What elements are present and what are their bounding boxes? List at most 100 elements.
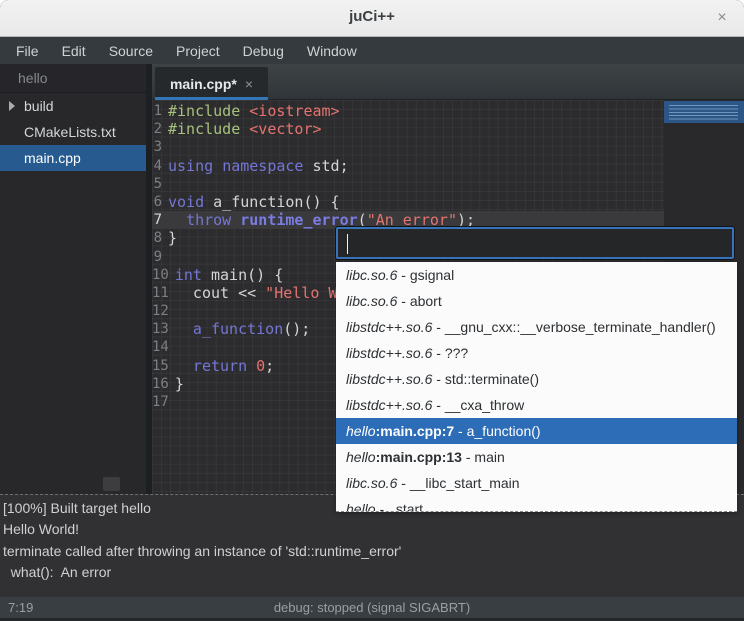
code-token: (); [283, 320, 310, 338]
expander-icon[interactable] [9, 101, 15, 111]
code-token: "Hello W [265, 284, 337, 302]
code-line[interactable]: 1#include <iostream> [152, 102, 664, 120]
frame-library: libc.so.6 [346, 475, 397, 491]
tabbar: main.cpp* × [152, 64, 744, 100]
sidebar-item-cmakelists-txt[interactable]: CMakeLists.txt [0, 119, 146, 145]
line-number: 15 [152, 357, 175, 375]
frame-library: libstdc++.so.6 [346, 345, 432, 361]
code-line-text: using namespace std; [168, 157, 349, 175]
menubar: File Edit Source Project Debug Window [0, 37, 744, 64]
frame-function: gsignal [410, 267, 454, 283]
code-token: #include [168, 102, 240, 120]
output-line: Hello World! [3, 519, 744, 540]
sidebar-item-label: build [24, 98, 54, 114]
backtrace-item[interactable]: libstdc++.so.6 - ??? [336, 340, 737, 366]
window-close-icon[interactable]: × [711, 7, 733, 29]
window-title: juCi++ [0, 8, 744, 25]
file-tree-sidebar[interactable]: hello buildCMakeLists.txtmain.cpp [0, 64, 146, 494]
code-line-text: } [168, 229, 177, 247]
frame-function: a_function() [467, 423, 541, 439]
code-line-text: cout << "Hello W [175, 284, 338, 302]
statusbar: 7:19 debug: stopped (signal SIGABRT) [0, 597, 744, 621]
menu-item-source[interactable]: Source [101, 39, 161, 63]
frame-library: hello [346, 423, 376, 439]
code-token: void [168, 193, 204, 211]
line-number: 3 [152, 138, 168, 156]
code-token [175, 357, 193, 375]
code-token: a_function() { [204, 193, 339, 211]
minimap-slider[interactable] [664, 101, 744, 123]
backtrace-item[interactable]: libstdc++.so.6 - __cxa_throw [336, 392, 737, 418]
code-line-text: void a_function() { [168, 193, 340, 211]
code-token: std; [303, 157, 348, 175]
code-token: throw [186, 211, 231, 229]
menu-item-file[interactable]: File [8, 39, 47, 63]
backtrace-item[interactable]: libc.so.6 - gsignal [336, 262, 737, 288]
code-line[interactable]: 4using namespace std; [152, 157, 664, 175]
frame-separator: - [397, 475, 409, 491]
frame-separator: - [432, 345, 444, 361]
code-line[interactable]: 2#include <vector> [152, 120, 664, 138]
frame-function: std::terminate() [445, 371, 539, 387]
backtrace-item[interactable]: libc.so.6 - __libc_start_main [336, 470, 737, 496]
backtrace-item[interactable]: hello - _start [336, 496, 737, 512]
code-line[interactable]: 5 [152, 175, 664, 193]
line-number: 16 [152, 375, 175, 393]
code-token: return [193, 357, 247, 375]
code-line[interactable]: 3 [152, 138, 664, 156]
menu-item-edit[interactable]: Edit [54, 39, 94, 63]
tab-main-cpp[interactable]: main.cpp* × [155, 67, 268, 100]
frame-function: __libc_start_main [410, 475, 520, 491]
sidebar-item-build[interactable]: build [0, 93, 146, 119]
line-number: 10 [152, 266, 175, 284]
tab-close-icon[interactable]: × [245, 76, 253, 92]
frame-separator: - [462, 449, 474, 465]
line-number: 12 [152, 302, 175, 320]
backtrace-item[interactable]: libc.so.6 - abort [336, 288, 737, 314]
code-line-text: #include <vector> [168, 120, 322, 138]
titlebar[interactable]: juCi++ × [0, 0, 744, 37]
code-token [231, 211, 240, 229]
menu-item-debug[interactable]: Debug [235, 39, 292, 63]
sidebar-item-main-cpp[interactable]: main.cpp [0, 145, 146, 171]
backtrace-item[interactable]: libstdc++.so.6 - std::terminate() [336, 366, 737, 392]
minimap-code-lines [669, 105, 738, 120]
code-token: namespace [222, 157, 303, 175]
code-line-text: #include <iostream> [168, 102, 340, 120]
backtrace-list[interactable]: libc.so.6 - gsignallibc.so.6 - abortlibs… [336, 262, 737, 512]
line-number: 2 [152, 120, 168, 138]
code-token: <iostream> [249, 102, 339, 120]
code-token: } [175, 375, 184, 393]
code-token: main() { [202, 266, 283, 284]
sidebar-scrollbar-thumb[interactable] [103, 477, 120, 491]
frame-function: ??? [445, 345, 468, 361]
sidebar-item-label: main.cpp [24, 150, 81, 166]
frame-function: __cxa_throw [445, 397, 524, 413]
frame-library: libc.so.6 [346, 293, 397, 309]
code-line-text: return 0; [175, 357, 274, 375]
code-token: } [168, 229, 177, 247]
sidebar-item-label: CMakeLists.txt [24, 124, 116, 140]
menu-item-window[interactable]: Window [299, 39, 365, 63]
code-token: 0 [256, 357, 265, 375]
code-token: <vector> [249, 120, 321, 138]
frame-library: libstdc++.so.6 [346, 319, 432, 335]
backtrace-filter-input[interactable] [336, 227, 734, 259]
line-number: 4 [152, 157, 168, 175]
frame-function: abort [410, 293, 442, 309]
line-number: 6 [152, 193, 168, 211]
code-token [213, 157, 222, 175]
backtrace-item[interactable]: libstdc++.so.6 - __gnu_cxx::__verbose_te… [336, 314, 737, 340]
frame-library: libstdc++.so.6 [346, 371, 432, 387]
frame-function: _start [388, 501, 423, 512]
code-line[interactable]: 6void a_function() { [152, 193, 664, 211]
backtrace-item[interactable]: hello:main.cpp:13 - main [336, 444, 737, 470]
frame-library: hello [346, 501, 376, 512]
menu-item-project[interactable]: Project [168, 39, 228, 63]
code-token: #include [168, 120, 240, 138]
line-number: 9 [152, 248, 168, 266]
frame-separator: - [397, 267, 409, 283]
line-number: 8 [152, 229, 168, 247]
backtrace-item[interactable]: hello:main.cpp:7 - a_function() [336, 418, 737, 444]
frame-separator: - [454, 423, 466, 439]
